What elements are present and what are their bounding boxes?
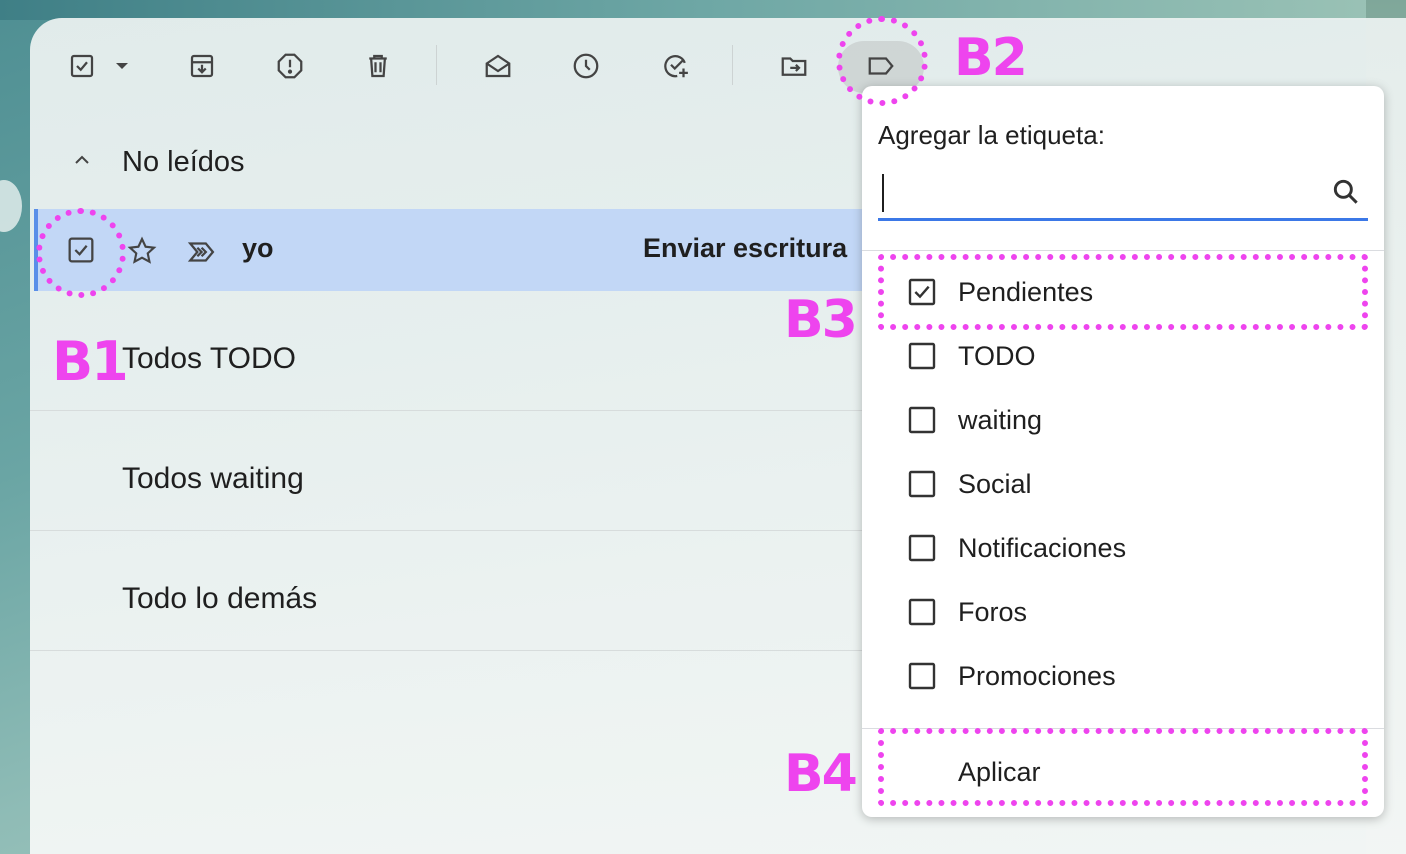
snooze-icon[interactable]	[566, 46, 606, 86]
toolbar-separator	[436, 45, 437, 85]
category-row[interactable]: Todos waiting	[30, 410, 862, 531]
mark-read-icon[interactable]	[478, 46, 518, 86]
annotation-box-b4	[878, 728, 1368, 806]
section-title: No leídos	[122, 145, 245, 178]
star-icon[interactable]	[126, 235, 158, 267]
label-menu: Agregar la etiqueta: Pendientes TODO wai…	[862, 86, 1384, 817]
annotation-ring-b1	[36, 208, 126, 298]
label-search-input[interactable]	[878, 166, 1368, 221]
select-dropdown-icon[interactable]	[102, 46, 142, 86]
category-label: Todo lo demás	[122, 582, 318, 615]
annotation-b2: B2	[954, 28, 1028, 88]
label-option-text: Social	[958, 469, 1032, 499]
annotation-ring-b2	[836, 16, 928, 106]
label-option[interactable]: waiting	[862, 388, 1384, 452]
label-option[interactable]: Promociones	[862, 644, 1384, 708]
annotation-b4: B4	[784, 744, 858, 804]
toolbar-separator	[732, 45, 733, 85]
category-label: Todos TODO	[122, 342, 296, 375]
label-option-text: waiting	[958, 405, 1043, 435]
mail-sender: yo	[242, 233, 274, 263]
label-option[interactable]: Foros	[862, 580, 1384, 644]
checkbox-icon[interactable]	[906, 404, 938, 436]
label-option[interactable]: Notificaciones	[862, 516, 1384, 580]
mail-subject: Enviar escritura	[643, 233, 848, 263]
section-header[interactable]: No leídos	[70, 140, 245, 184]
label-option-text: TODO	[958, 341, 1036, 371]
delete-icon[interactable]	[358, 46, 398, 86]
annotation-b1: B1	[52, 330, 129, 393]
add-to-tasks-icon[interactable]	[656, 46, 696, 86]
category-row[interactable]: Todo lo demás	[30, 530, 862, 651]
annotation-box-b3	[878, 254, 1368, 330]
checkbox-icon[interactable]	[906, 596, 938, 628]
label-option-text: Notificaciones	[958, 533, 1127, 563]
report-spam-icon[interactable]	[270, 46, 310, 86]
wallpaper-top	[0, 0, 1406, 20]
archive-icon[interactable]	[182, 46, 222, 86]
category-row[interactable]: Todos TODO	[30, 290, 862, 411]
checkbox-icon[interactable]	[906, 468, 938, 500]
move-to-icon[interactable]	[774, 46, 814, 86]
label-menu-title: Agregar la etiqueta:	[878, 120, 1105, 150]
label-option-text: Promociones	[958, 661, 1116, 691]
side-handle	[0, 180, 22, 232]
text-caret	[882, 174, 884, 212]
search-icon[interactable]	[1330, 176, 1362, 208]
menu-divider	[862, 250, 1384, 251]
annotation-b3: B3	[784, 290, 858, 350]
label-option-text: Foros	[958, 597, 1028, 627]
checkbox-icon[interactable]	[906, 660, 938, 692]
checkbox-icon[interactable]	[906, 340, 938, 372]
checkbox-icon[interactable]	[906, 532, 938, 564]
importance-marker-icon[interactable]	[186, 235, 220, 269]
select-checkbox-icon[interactable]	[62, 46, 102, 86]
label-option[interactable]: Social	[862, 452, 1384, 516]
chevron-up-icon[interactable]	[70, 148, 94, 177]
label-option[interactable]: TODO	[862, 324, 1384, 388]
category-label: Todos waiting	[122, 462, 304, 495]
